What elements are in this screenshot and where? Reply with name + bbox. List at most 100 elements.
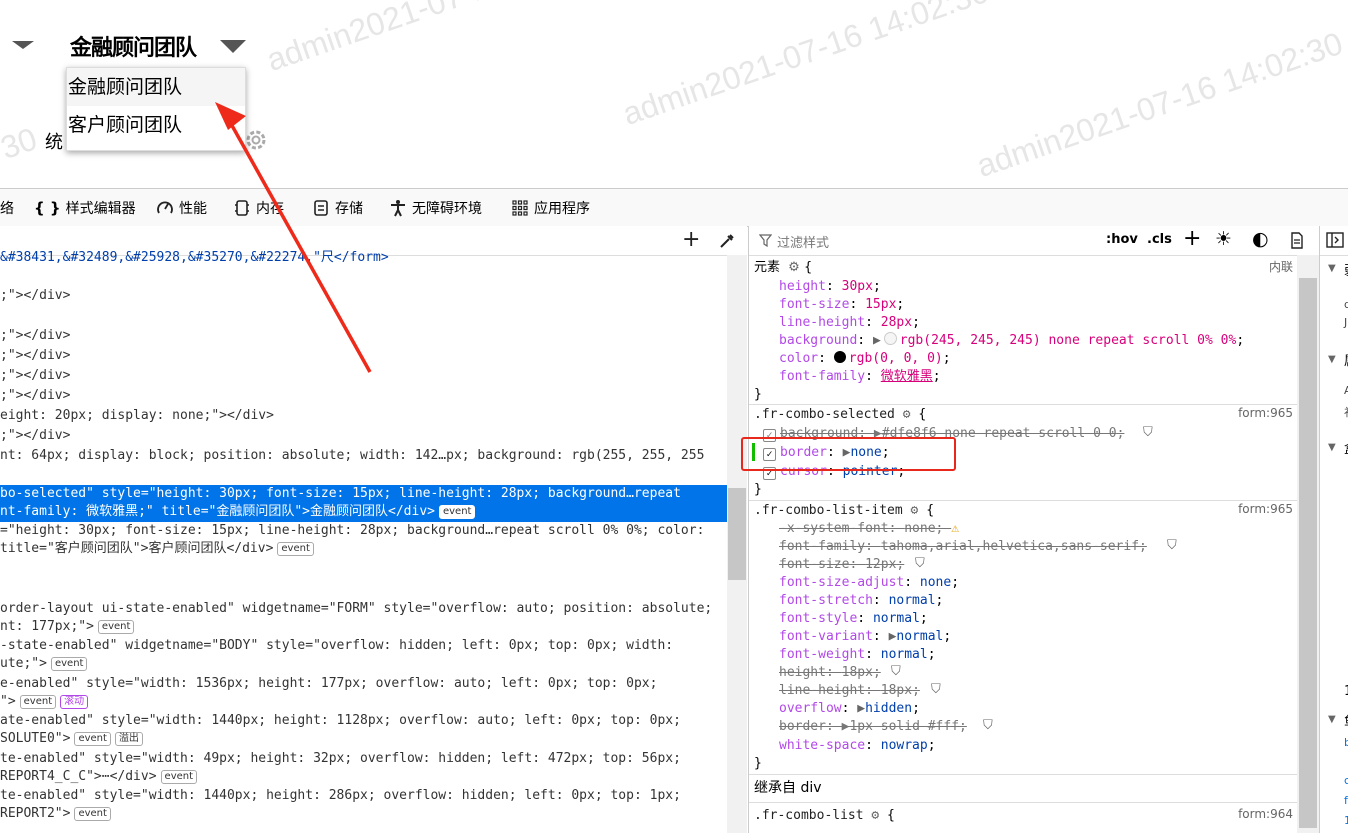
event-badge[interactable]: event (97, 620, 135, 634)
css-decl[interactable]: font-variant: ▶normal; (779, 628, 951, 646)
markup-line[interactable]: ;"></div> (0, 327, 70, 345)
combo-option-finance[interactable]: 金融顾问团队 (67, 68, 245, 106)
markup-line[interactable]: ;"></div> (0, 427, 70, 445)
css-decl[interactable]: line-height: 18px; (779, 682, 920, 700)
css-decl[interactable]: font-family: tahoma,arial,helvetica,sans… (779, 538, 1147, 556)
css-decl[interactable]: font-size-adjust: none; (779, 574, 959, 592)
css-value[interactable]: 12px (865, 557, 896, 572)
overflow-badge[interactable]: 溢出 (114, 732, 143, 746)
css-value[interactable]: normal (896, 629, 943, 644)
css-decl[interactable]: -x-system-font: none; ⚠ (779, 520, 959, 538)
event-badge[interactable]: event (438, 505, 476, 519)
rules-scrollbar-thumb[interactable] (1299, 278, 1317, 828)
toggle-sidebar-icon[interactable] (1326, 232, 1344, 248)
tab-memory[interactable]: 内存 (233, 198, 284, 218)
tab-application[interactable]: 应用程序 (511, 198, 590, 218)
css-decl[interactable]: overflow: ▶hidden; (779, 700, 920, 718)
collapse-icon[interactable]: ▼ (1328, 442, 1336, 453)
rule-source-link[interactable]: form:965 (1238, 406, 1293, 420)
combo-selected-value[interactable]: 金融顾问团队 (70, 30, 197, 62)
collapse-icon[interactable]: ▼ (1328, 263, 1336, 274)
rule-selector[interactable]: .fr-combo-list-item ⚙ { (754, 502, 934, 520)
gear-small-icon[interactable]: ⚙ (871, 808, 879, 823)
markup-line[interactable]: -state-enabled" widgetname="BODY" style=… (0, 637, 673, 655)
tab-storage[interactable]: 存储 (312, 198, 363, 218)
markup-line[interactable]: ;"></div> (0, 287, 70, 305)
rule-selector[interactable]: .fr-combo-selected ⚙ { (754, 406, 926, 424)
markup-line[interactable]: te-enabled" style="width: 49px; height: … (0, 750, 681, 768)
add-node-icon[interactable]: + (682, 227, 700, 252)
tab-performance[interactable]: 性能 (156, 198, 207, 218)
css-decl[interactable]: height: 30px; (779, 278, 881, 296)
markup-line[interactable]: nt: 177px;"> event (0, 618, 135, 636)
dropdown-arrow-icon[interactable] (12, 41, 34, 49)
event-badge[interactable]: event (160, 770, 198, 784)
markup-line[interactable]: ;"></div> (0, 347, 70, 365)
css-value[interactable]: normal (889, 593, 936, 608)
css-decl[interactable]: font-weight: normal; (779, 646, 936, 664)
event-badge[interactable]: event (19, 695, 57, 709)
gear-small-icon[interactable]: ⚙ (911, 503, 919, 518)
css-value[interactable]: tahoma,arial,helvetica,sans-serif (881, 539, 1139, 554)
markup-line[interactable]: "> event 滚动 (0, 693, 89, 711)
css-value[interactable]: 18px (881, 683, 912, 698)
gear-icon[interactable] (243, 127, 269, 153)
event-badge[interactable]: event (74, 732, 111, 746)
css-value[interactable]: rgb(245, 245, 245) none repeat scroll 0%… (900, 333, 1237, 348)
css-decl[interactable]: white-space: nowrap; (779, 737, 936, 755)
expand-icon[interactable]: ▶ (857, 701, 865, 716)
css-decl[interactable]: font-size: 12px; (779, 556, 904, 574)
css-value[interactable]: 18px (842, 665, 873, 680)
tab-network[interactable]: 络 (0, 198, 14, 218)
dark-theme-icon[interactable]: ◐ (1252, 228, 1269, 250)
scroll-badge[interactable]: 滚动 (60, 695, 89, 709)
css-value[interactable]: normal (873, 611, 920, 626)
filter-styles-input[interactable]: 过滤样式 (777, 232, 829, 251)
light-theme-icon[interactable]: ☀ (1215, 228, 1232, 250)
rule-source-link[interactable]: form:965 (1238, 502, 1293, 516)
markup-line[interactable]: REPORT4_C_C">⋯</div> event (0, 768, 198, 786)
combo-option-customer[interactable]: 客户顾问团队 (67, 106, 245, 144)
markup-line[interactable]: REPORT2"> event (0, 805, 111, 823)
markup-line[interactable]: title="客户顾问团队">客户顾问团队</div> event (0, 540, 314, 558)
markup-line[interactable]: te-enabled" style="width: 1440px; height… (0, 787, 681, 805)
overridden-filter-icon[interactable]: ⛉ (931, 682, 941, 697)
markup-line[interactable]: ="height: 30px; font-size: 15px; line-he… (0, 522, 704, 540)
css-decl[interactable]: line-height: 28px; (779, 314, 920, 332)
eyedropper-icon[interactable] (718, 232, 736, 250)
tab-style-editor[interactable]: { } 样式编辑器 (34, 198, 136, 218)
event-badge[interactable]: event (74, 807, 111, 821)
hov-button[interactable]: :hov (1106, 232, 1138, 247)
css-value[interactable]: none (904, 521, 935, 536)
expand-icon[interactable]: ▶ (873, 333, 881, 348)
css-value[interactable]: none (920, 575, 951, 590)
print-media-icon[interactable] (1289, 232, 1305, 249)
css-decl[interactable]: font-family: 微软雅黑; (779, 368, 941, 386)
markup-line[interactable]: &#38431,&#32489,&#25928,&#35270,&#22274,… (0, 249, 389, 267)
color-swatch[interactable] (833, 351, 846, 363)
markup-line[interactable]: nt: 64px; display: block; position: abso… (0, 447, 704, 465)
add-rule-icon[interactable]: + (1183, 226, 1201, 251)
overridden-filter-icon[interactable]: ⛉ (983, 718, 993, 733)
css-decl[interactable]: font-stretch: normal; (779, 592, 943, 610)
event-badge[interactable]: event (50, 657, 88, 671)
css-value[interactable]: nowrap (881, 738, 928, 753)
markup-line[interactable]: eight: 20px; display: none;"></div> (0, 407, 274, 425)
markup-line[interactable]: SOLUTE0"> event 溢出 (0, 730, 143, 748)
markup-line-selected[interactable]: bo-selected" style="height: 30px; font-s… (0, 485, 727, 522)
markup-line[interactable]: ute;"> event (0, 655, 88, 673)
overridden-filter-icon[interactable]: ⛉ (915, 556, 925, 571)
css-value[interactable]: 1px solid #fff (849, 719, 959, 734)
css-decl[interactable]: color: rgb(0, 0, 0); (779, 350, 951, 368)
markup-line[interactable]: ;"></div> (0, 367, 70, 385)
css-value[interactable]: rgb(0, 0, 0) (849, 351, 943, 366)
css-decl[interactable]: font-size: 15px; (779, 296, 904, 314)
css-decl[interactable]: height: 18px; (779, 664, 881, 682)
markup-line[interactable]: ;"></div> (0, 387, 70, 405)
warning-icon[interactable]: ⚠ (951, 520, 959, 538)
css-decl[interactable]: font-style: normal; (779, 610, 928, 628)
css-value[interactable]: 15px (865, 297, 896, 312)
rule-selector[interactable]: .fr-combo-list ⚙ { (754, 807, 895, 825)
tab-accessibility[interactable]: 无障碍环境 (389, 198, 482, 218)
css-value[interactable]: 30px (842, 279, 873, 294)
